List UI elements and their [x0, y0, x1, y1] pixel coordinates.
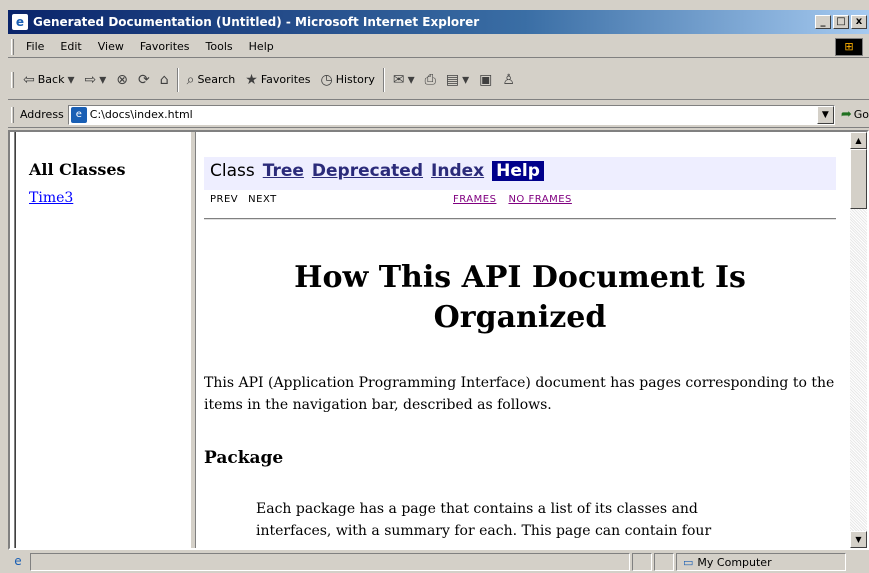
address-dropdown-button[interactable]: ▼: [816, 105, 834, 124]
status-cell: [632, 553, 652, 571]
standard-toolbar: ⇦ Back ▾ ⇨ ▾ ⊗ ⟳ ⌂ ⌕ Search ★ Favorites …: [8, 60, 869, 100]
home-button[interactable]: ⌂: [155, 67, 174, 93]
nav-help-current: Help: [492, 161, 544, 181]
page-icon: e: [70, 106, 87, 123]
search-button[interactable]: ⌕ Search: [182, 67, 241, 93]
menu-edit[interactable]: Edit: [52, 40, 89, 53]
nav-bar: Class Tree Deprecated Index Help: [204, 157, 836, 190]
toolbar-grip[interactable]: [11, 71, 14, 88]
messenger-button[interactable]: ♙: [497, 67, 520, 93]
zone-label: My Computer: [697, 555, 772, 569]
nav-index-link[interactable]: Index: [431, 161, 484, 181]
menu-view[interactable]: View: [90, 40, 132, 53]
page-title: How This API Document Is Organized: [294, 260, 746, 335]
refresh-button[interactable]: ⟳: [133, 67, 155, 93]
favorites-icon: ★: [245, 71, 258, 88]
go-button[interactable]: ➦ Go: [835, 107, 869, 122]
scroll-up-button[interactable]: ▲: [850, 132, 867, 149]
divider: [204, 218, 836, 220]
favorites-label: Favorites: [260, 73, 311, 86]
intro-paragraph: This API (Application Programming Interf…: [204, 375, 835, 413]
back-button[interactable]: ⇦ Back ▾: [18, 67, 79, 93]
forward-arrow-icon: ⇨: [84, 71, 97, 88]
stop-icon: ⊗: [116, 71, 128, 88]
back-arrow-icon: ⇦: [23, 71, 35, 88]
messenger-icon: ♙: [502, 71, 515, 88]
chevron-down-icon: ▾: [462, 71, 470, 88]
chevron-down-icon: ▾: [99, 71, 107, 88]
history-label: History: [335, 73, 375, 86]
go-arrow-icon: ➦: [840, 107, 852, 122]
history-button[interactable]: ◷ History: [316, 67, 380, 93]
nav-tree-link[interactable]: Tree: [263, 161, 304, 181]
menu-bar: File Edit View Favorites Tools Help ⊞: [8, 36, 869, 58]
address-bar: Address e C:\docs\index.html ▼ ➦ Go: [8, 102, 869, 128]
windows-logo-icon: ⊞: [835, 38, 863, 56]
all-classes-heading: All Classes: [29, 160, 126, 179]
security-zone: ▭ My Computer: [676, 553, 846, 571]
address-input[interactable]: e C:\docs\index.html ▼: [67, 104, 835, 125]
address-value: C:\docs\index.html: [89, 108, 193, 121]
go-label: Go: [853, 108, 869, 121]
print-button[interactable]: ⎙: [420, 67, 441, 93]
discuss-icon: ▣: [479, 71, 493, 88]
page-status-icon: e: [14, 554, 22, 568]
frame-divider[interactable]: [190, 132, 196, 548]
history-icon: ◷: [320, 71, 333, 88]
class-link-time3[interactable]: Time3: [29, 190, 73, 206]
scroll-down-button[interactable]: ▼: [850, 531, 867, 548]
next-label: NEXT: [248, 194, 277, 205]
ie-icon: e: [12, 14, 28, 30]
scroll-thumb[interactable]: [850, 149, 867, 209]
favorites-button[interactable]: ★ Favorites: [240, 67, 315, 93]
status-bar: e ▭ My Computer: [8, 551, 869, 573]
menu-favorites[interactable]: Favorites: [132, 40, 198, 53]
maximize-button[interactable]: □: [833, 15, 849, 29]
frames-link[interactable]: FRAMES: [453, 194, 496, 205]
nav-class: Class: [210, 161, 255, 181]
refresh-icon: ⟳: [137, 71, 150, 88]
print-icon: ⎙: [424, 71, 436, 88]
package-paragraph: Each package has a page that contains a …: [256, 501, 712, 539]
package-heading: Package: [204, 448, 284, 468]
discuss-button[interactable]: ▣: [474, 67, 497, 93]
computer-icon: ▭: [683, 555, 694, 569]
title-bar: e Generated Documentation (Untitled) - M…: [8, 10, 869, 34]
vertical-scrollbar[interactable]: ▲ ▼: [850, 132, 867, 548]
prev-label: PREV: [210, 194, 239, 205]
toolbar-grip[interactable]: [11, 106, 14, 123]
ie-window: e Generated Documentation (Untitled) - M…: [0, 0, 869, 573]
search-icon: ⌕: [186, 71, 195, 88]
minimize-button[interactable]: _: [815, 15, 831, 29]
status-cell: [654, 553, 674, 571]
mail-icon: ✉: [392, 71, 405, 88]
toolbar-grip[interactable]: [11, 38, 14, 55]
chevron-down-icon: ▾: [407, 71, 415, 88]
address-label: Address: [19, 108, 64, 121]
mail-button[interactable]: ✉ ▾: [388, 67, 420, 93]
main-frame: Class Tree Deprecated Index Help PREV NE…: [198, 132, 843, 548]
search-label: Search: [197, 73, 236, 86]
home-icon: ⌂: [159, 71, 169, 88]
back-label: Back: [37, 73, 65, 86]
edit-button[interactable]: ▤ ▾: [441, 67, 474, 93]
forward-button[interactable]: ⇨ ▾: [79, 67, 111, 93]
menu-file[interactable]: File: [18, 40, 52, 53]
stop-button[interactable]: ⊗: [111, 67, 133, 93]
chevron-down-icon: ▾: [67, 71, 75, 88]
status-text-cell: [30, 553, 630, 571]
class-list-frame: All Classes Time3: [16, 138, 190, 548]
window-title: Generated Documentation (Untitled) - Mic…: [33, 15, 480, 29]
browser-content: All Classes Time3 Class Tree Deprecated …: [8, 130, 869, 550]
close-button[interactable]: x: [851, 15, 867, 29]
menu-help[interactable]: Help: [241, 40, 282, 53]
no-frames-link[interactable]: NO FRAMES: [508, 194, 571, 205]
nav-deprecated-link[interactable]: Deprecated: [312, 161, 423, 181]
edit-icon: ▤: [445, 71, 460, 88]
menu-tools[interactable]: Tools: [198, 40, 241, 53]
